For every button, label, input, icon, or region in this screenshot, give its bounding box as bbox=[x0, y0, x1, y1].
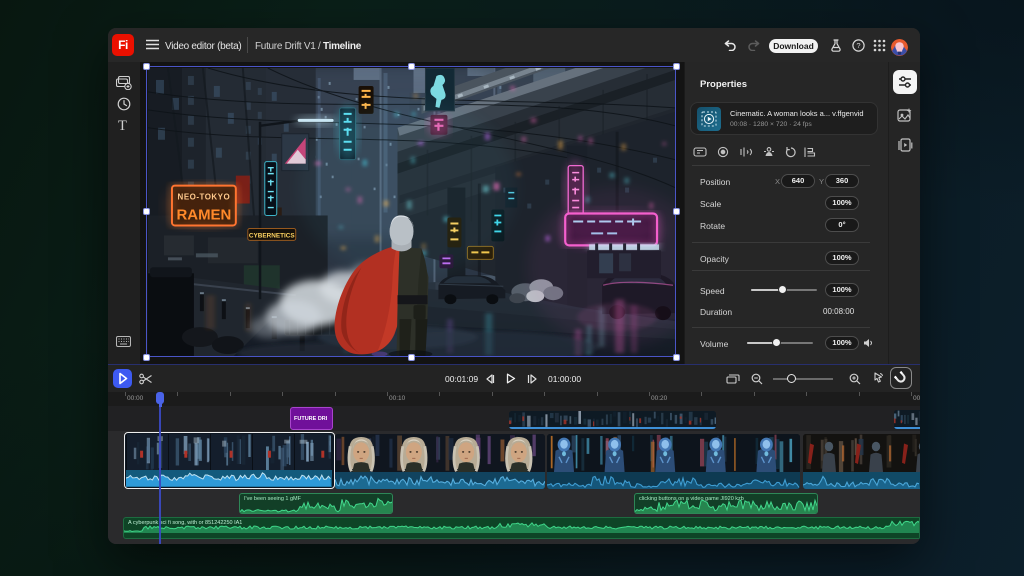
svg-text:?: ? bbox=[856, 41, 860, 50]
